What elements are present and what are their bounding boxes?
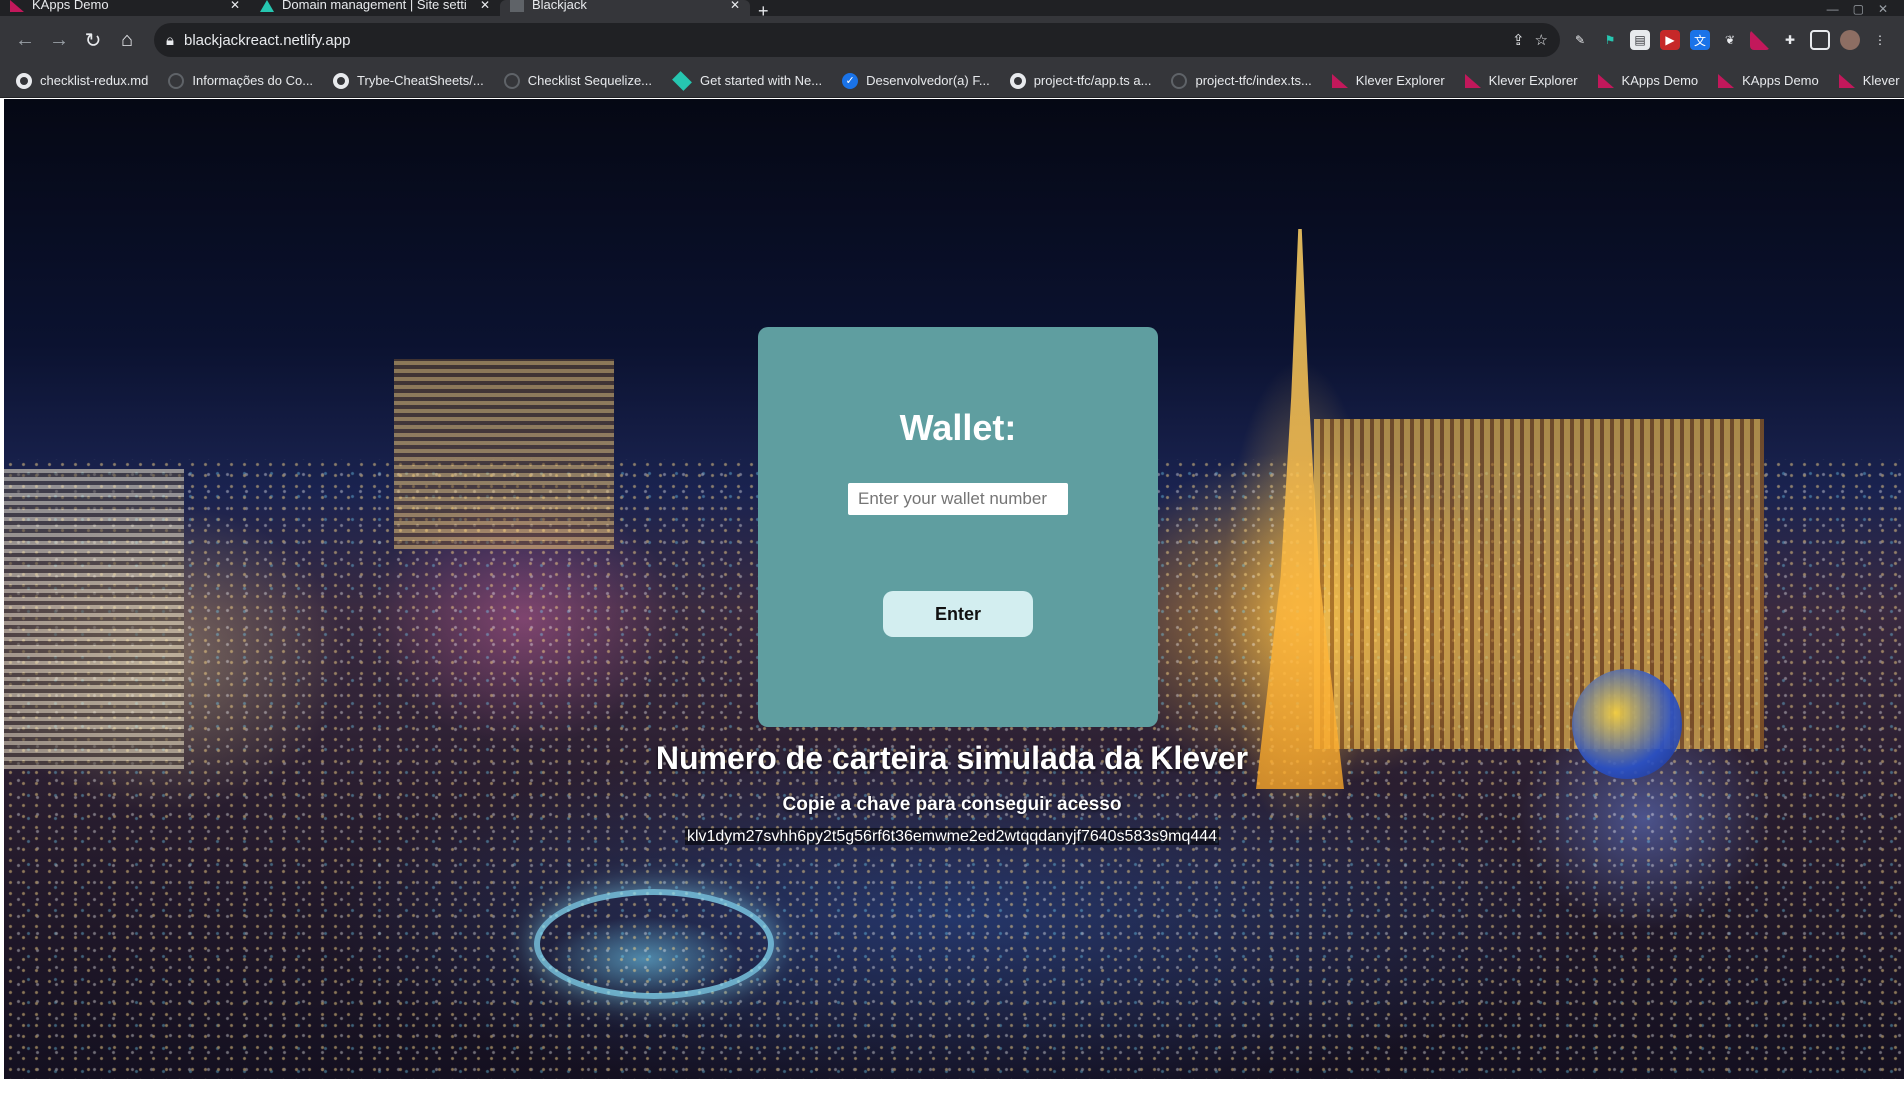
share-icon[interactable]: ⇪ xyxy=(1512,31,1525,49)
bookmark-item[interactable]: KApps Demo xyxy=(1590,67,1707,95)
pen-extension-icon[interactable]: ✎ xyxy=(1570,30,1590,50)
simulated-wallet-title: Numero de carteira simulada da Klever xyxy=(655,740,1249,776)
bookmark-label: Klever Explorer xyxy=(1488,73,1578,88)
tab-blackjack[interactable]: Blackjack ✕ xyxy=(500,0,750,16)
translate-extension-icon[interactable]: 文 xyxy=(1690,30,1710,50)
bookmark-item[interactable]: Klever Explorer xyxy=(1324,67,1453,95)
reload-button[interactable]: ↻ xyxy=(76,23,110,57)
side-panel-icon[interactable] xyxy=(1810,30,1830,50)
klever-icon xyxy=(1597,73,1614,88)
close-icon[interactable]: ✕ xyxy=(480,0,490,12)
bookmark-label: Checklist Sequelize... xyxy=(527,73,653,88)
check-icon: ✓ xyxy=(842,72,859,89)
simulated-wallet-key-row: klv1dym27svhh6py2t5g56rf6t36emwme2ed2wtq… xyxy=(0,828,1904,846)
bookmark-label: KApps Demo xyxy=(1742,73,1819,88)
bookmarks-bar: checklist-redux.md Informações do Co... … xyxy=(0,64,1904,98)
klever-icon xyxy=(1464,73,1481,88)
close-icon[interactable]: ✕ xyxy=(230,0,240,12)
github-icon xyxy=(16,72,32,89)
globe-icon xyxy=(1171,72,1188,89)
klever-icon xyxy=(1718,73,1735,88)
bookmark-label: project-tfc/app.ts a... xyxy=(1033,73,1152,88)
tab-title: KApps Demo xyxy=(32,0,109,12)
enter-button[interactable]: Enter xyxy=(883,591,1033,637)
bookmark-item[interactable]: checklist-redux.md xyxy=(8,67,156,95)
forward-button[interactable]: → xyxy=(42,23,76,57)
github-icon xyxy=(1009,72,1026,89)
home-button[interactable]: ⌂ xyxy=(110,23,144,57)
tab-domain-management[interactable]: Domain management | Site setti ✕ xyxy=(250,0,500,16)
back-button[interactable]: ← xyxy=(8,23,42,57)
bookmark-item[interactable]: project-tfc/app.ts a... xyxy=(1002,67,1160,95)
klever-icon xyxy=(1838,73,1855,88)
globe-icon xyxy=(168,72,185,89)
bookmark-item[interactable]: Informações do Co... xyxy=(160,67,321,95)
bookmark-item[interactable]: Klever Explorer xyxy=(1831,67,1904,95)
bookmark-label: project-tfc/index.ts... xyxy=(1195,73,1312,88)
new-tab-button[interactable]: + xyxy=(758,2,769,16)
bookmark-item[interactable]: project-tfc/index.ts... xyxy=(1163,67,1319,95)
url-text[interactable]: blackjackreact.netlify.app xyxy=(184,32,1502,49)
bookmark-label: Klever Explorer xyxy=(1355,73,1445,88)
bookmark-item[interactable]: ✓ Desenvolvedor(a) F... xyxy=(834,67,998,95)
wallet-card: Wallet: Enter xyxy=(758,327,1158,727)
bookmark-item[interactable]: Checklist Sequelize... xyxy=(496,67,660,95)
bookmark-label: Desenvolvedor(a) F... xyxy=(866,73,990,88)
bookmark-label: checklist-redux.md xyxy=(40,73,149,88)
bookmark-item[interactable]: Trybe-CheatSheets/... xyxy=(325,67,492,95)
bookmark-item[interactable]: KApps Demo xyxy=(1710,67,1827,95)
star-icon[interactable]: ☆ xyxy=(1535,31,1548,49)
lock-icon[interactable]: 🔒︎ xyxy=(166,32,174,49)
klever-extension-icon[interactable] xyxy=(1750,30,1770,50)
github-icon xyxy=(333,72,350,89)
bookmark-label: Informações do Co... xyxy=(192,73,314,88)
tab-title: Blackjack xyxy=(532,0,587,12)
tab-kapps-demo[interactable]: KApps Demo ✕ xyxy=(0,0,250,16)
klever-icon xyxy=(10,0,24,12)
bookmark-item[interactable]: Klever Explorer xyxy=(1457,67,1586,95)
bookmark-label: Klever Explorer xyxy=(1862,73,1904,88)
sheet-extension-icon[interactable]: ▤ xyxy=(1630,30,1650,50)
address-bar[interactable]: 🔒︎ blackjackreact.netlify.app ⇪ ☆ xyxy=(154,23,1560,57)
bookmark-item[interactable]: Get started with Ne... xyxy=(664,67,830,95)
browser-toolbar: ← → ↻ ⌂ 🔒︎ blackjackreact.netlify.app ⇪ … xyxy=(0,16,1904,64)
diamond-icon xyxy=(672,70,692,91)
hotel-building-left xyxy=(4,469,184,769)
flag-extension-icon[interactable]: ⚑ xyxy=(1600,30,1620,50)
tab-title: Domain management | Site setti xyxy=(282,0,467,12)
puzzle-extension-icon[interactable]: ✚ xyxy=(1780,30,1800,50)
wallet-number-input[interactable] xyxy=(848,483,1068,515)
leaf-extension-icon[interactable]: ❦ xyxy=(1720,30,1740,50)
avatar[interactable] xyxy=(1840,30,1860,50)
menu-icon[interactable]: ⋮ xyxy=(1870,30,1890,50)
hotel-building-middle xyxy=(394,359,614,549)
fountain xyxy=(534,889,774,999)
bookmark-label: Get started with Ne... xyxy=(700,73,823,88)
wallet-title: Wallet: xyxy=(899,407,1017,448)
maximize-icon[interactable]: ▢ xyxy=(1853,2,1864,16)
klever-icon xyxy=(1331,73,1348,88)
hotel-building-right xyxy=(1314,419,1764,749)
close-icon[interactable]: ✕ xyxy=(730,0,740,12)
netlify-icon xyxy=(260,0,274,12)
globe-icon xyxy=(503,72,520,89)
simulated-wallet-subtitle: Copie a chave para conseguir acesso xyxy=(782,794,1122,815)
bookmark-label: KApps Demo xyxy=(1621,73,1699,88)
page-icon xyxy=(510,0,524,12)
bookmark-label: Trybe-CheatSheets/... xyxy=(357,73,484,88)
simulated-wallet-key[interactable]: klv1dym27svhh6py2t5g56rf6t36emwme2ed2wtq… xyxy=(684,828,1220,845)
tab-strip: KApps Demo ✕ Domain management | Site se… xyxy=(0,0,1904,16)
video-extension-icon[interactable]: ▶ xyxy=(1660,30,1680,50)
minimize-icon[interactable]: — xyxy=(1827,2,1839,16)
extensions-area: ✎ ⚑ ▤ ▶ 文 ❦ ✚ ⋮ xyxy=(1570,30,1890,50)
window-controls: — ▢ ✕ xyxy=(1827,2,1904,16)
close-window-icon[interactable]: ✕ xyxy=(1878,2,1888,16)
